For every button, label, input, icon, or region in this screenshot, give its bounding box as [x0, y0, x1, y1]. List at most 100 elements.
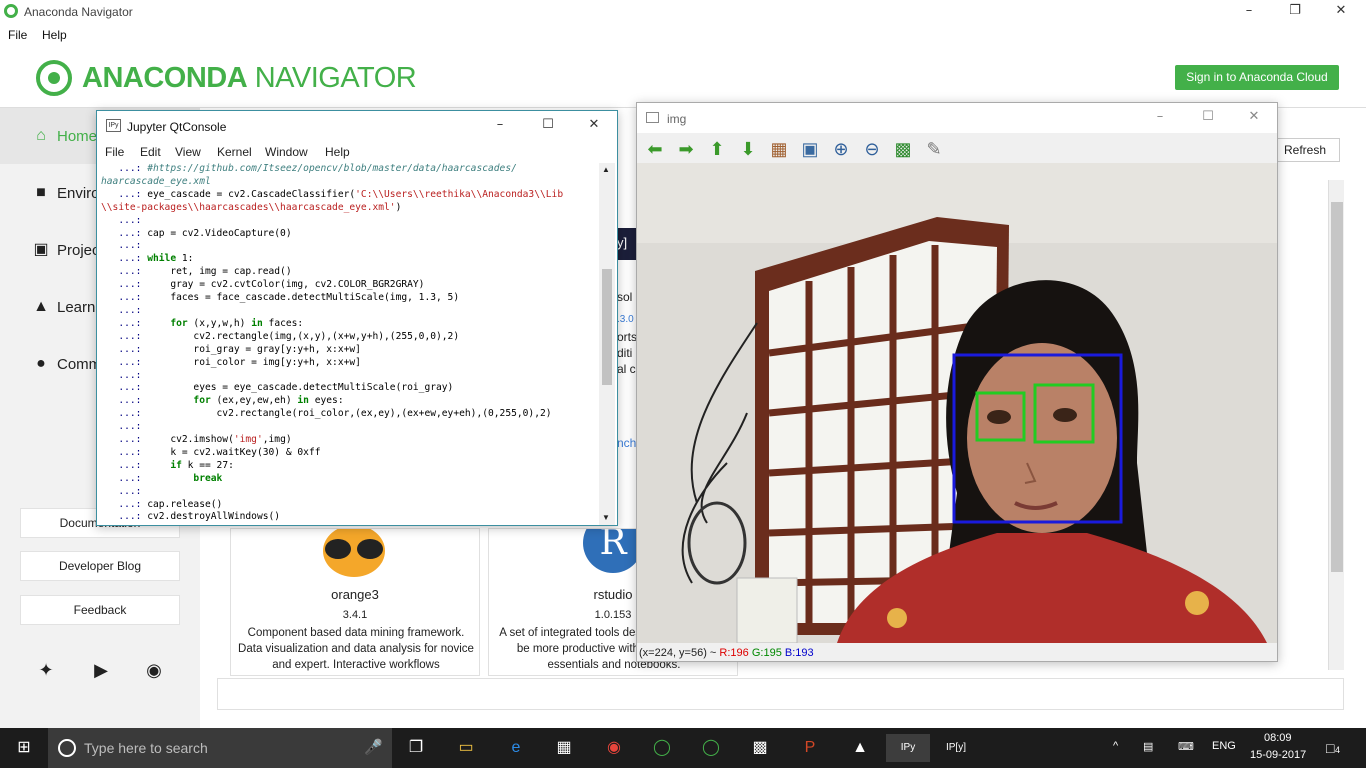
launch-link[interactable]: nch — [617, 436, 636, 450]
scrollbar-thumb[interactable] — [1331, 202, 1343, 572]
qtconsole-taskbar-icon[interactable]: IPy — [886, 734, 930, 762]
rstudio-logo-icon: R — [583, 529, 643, 573]
menu-help[interactable]: Help — [42, 28, 67, 42]
anaconda-taskbar-icon[interactable]: ◯ — [648, 734, 676, 762]
cube-icon: ■ — [36, 184, 46, 201]
qt-menu-file[interactable]: File — [105, 145, 124, 159]
picture-icon[interactable]: ▦ — [767, 137, 791, 161]
status-blue: B:193 — [784, 647, 814, 659]
sidebar-item-label: Home — [57, 128, 98, 145]
qtconsole-title: Jupyter QtConsole — [127, 120, 227, 134]
qt-maximize-button[interactable]: ☐ — [525, 114, 571, 138]
file-explorer-icon[interactable]: ▭ — [452, 734, 480, 762]
qt-minimize-button[interactable]: – — [477, 114, 523, 138]
cmd-icon[interactable]: ▩ — [746, 734, 774, 762]
qt-menu-help[interactable]: Help — [325, 145, 350, 159]
youtube-icon[interactable]: ▶ — [89, 658, 113, 682]
qt-menu-edit[interactable]: Edit — [140, 145, 161, 159]
windows-start-icon[interactable]: ⊞ — [10, 734, 38, 762]
img-window[interactable]: img – ☐ ✕ ⬅ ➡ ⬆ ⬇ ▦ ▣ ⊕ ⊖ ▩ ✎ (x=224, y=… — [636, 102, 1278, 662]
qt-menu-view[interactable]: View — [175, 145, 201, 159]
code-line: ...: for (x,y,w,h) in faces: — [101, 317, 304, 329]
zoom-out-icon[interactable]: ⊖ — [860, 137, 884, 161]
brand-header: ANACONDA NAVIGATOR Sign in to Anaconda C… — [0, 46, 1366, 108]
arrow-left-icon[interactable]: ⬅ — [643, 137, 667, 161]
arrow-up-icon[interactable]: ⬆ — [705, 137, 729, 161]
qtconsole-titlebar[interactable]: IPy Jupyter QtConsole – ☐ ✕ — [97, 111, 617, 141]
qt-scrollbar-thumb[interactable] — [602, 269, 612, 385]
feedback-button[interactable]: Feedback — [20, 595, 180, 625]
menu-file[interactable]: File — [8, 28, 27, 42]
code-line: ...: #https://github.com/Itseez/opencv/b… — [101, 163, 517, 174]
close-button[interactable]: ✕ — [1318, 0, 1364, 24]
img-minimize-button[interactable]: – — [1137, 106, 1183, 130]
qt-menu-window[interactable]: Window — [265, 145, 308, 159]
language-indicator[interactable]: ENG — [1212, 740, 1236, 752]
code-line: ...: roi_color = img[y:y+h, x:x+w] — [101, 356, 361, 368]
network-icon[interactable]: ▤ — [1143, 740, 1153, 753]
zoom-in-icon[interactable]: ⊕ — [829, 137, 853, 161]
status-bar — [217, 678, 1344, 710]
code-line: haarcascade_eye.xml — [101, 175, 211, 187]
clock-time[interactable]: 08:09 — [1264, 732, 1292, 744]
arrow-right-icon[interactable]: ➡ — [674, 137, 698, 161]
peek-text: diti — [617, 346, 633, 360]
photos-icon[interactable]: ▲ — [846, 734, 874, 762]
qt-close-button[interactable]: ✕ — [571, 114, 617, 138]
code-line: ...: gray = cv2.cvtColor(img, cv2.COLOR_… — [101, 279, 425, 291]
zoom-fit-icon[interactable]: ▣ — [798, 137, 822, 161]
img-titlebar[interactable]: img – ☐ ✕ — [637, 103, 1277, 133]
store-icon[interactable]: ▦ — [550, 734, 578, 762]
notification-icon[interactable]: □ — [1326, 740, 1334, 756]
ipython-taskbar-icon[interactable]: IP[y] — [942, 734, 970, 762]
restore-button[interactable]: ❐ — [1272, 0, 1318, 24]
scroll-up-icon[interactable]: ▲ — [602, 165, 610, 174]
code-line: ...: if k == 27: — [101, 459, 234, 471]
brush-icon[interactable]: ✎ — [922, 137, 946, 161]
taskbar-search[interactable]: Type here to search 🎤 — [48, 728, 392, 768]
sign-in-button[interactable]: Sign in to Anaconda Cloud — [1175, 65, 1339, 90]
keyboard-icon[interactable]: ⌨ — [1178, 740, 1194, 753]
twitter-icon[interactable]: ✦ — [34, 658, 58, 682]
peek-text: sol — [617, 290, 633, 304]
img-maximize-button[interactable]: ☐ — [1185, 106, 1231, 130]
card-title: orange3 — [331, 587, 379, 602]
img-close-button[interactable]: ✕ — [1231, 106, 1277, 130]
arrow-down-icon[interactable]: ⬇ — [736, 137, 760, 161]
anaconda-app-icon — [4, 4, 18, 18]
chrome-icon[interactable]: ◉ — [600, 734, 628, 762]
edge-icon[interactable]: e — [502, 734, 530, 762]
microphone-icon[interactable]: 🎤 — [364, 738, 383, 756]
status-red: R:196 — [719, 647, 749, 659]
status-coords: (x=224, y=56) ~ — [639, 647, 717, 659]
webcam-image[interactable] — [637, 163, 1277, 643]
code-line: ...: faces = face_cascade.detectMultiSca… — [101, 292, 460, 304]
peek-text: .3.0 — [617, 314, 634, 325]
show-hidden-icons-icon[interactable]: ^ — [1113, 740, 1118, 752]
code-area[interactable]: ...: #https://github.com/Itseez/opencv/b… — [101, 163, 599, 523]
github-icon[interactable]: ◉ — [142, 658, 166, 682]
window-title: Anaconda Navigator — [24, 5, 133, 19]
content-scrollbar[interactable] — [1328, 180, 1344, 670]
scroll-down-icon[interactable]: ▼ — [602, 513, 610, 522]
code-line: ...: roi_gray = gray[y:y+h, x:x+w] — [101, 343, 361, 355]
save-icon[interactable]: ▩ — [891, 137, 915, 161]
developer-blog-button[interactable]: Developer Blog — [20, 551, 180, 581]
card-version: 3.4.1 — [342, 609, 368, 621]
app-card-orange3[interactable]: orange3 3.4.1 Component based data minin… — [230, 528, 480, 676]
task-view-icon[interactable]: ❐ — [402, 734, 430, 762]
clock-date[interactable]: 15-09-2017 — [1250, 749, 1306, 761]
window-icon — [646, 112, 659, 123]
qtconsole-window[interactable]: IPy Jupyter QtConsole – ☐ ✕ File Edit Vi… — [96, 110, 618, 526]
code-line: ...: k = cv2.waitKey(30) & 0xff — [101, 446, 321, 458]
ipython-icon: IPy — [106, 119, 121, 132]
home-icon: ⌂ — [36, 127, 46, 144]
minimize-button[interactable]: – — [1226, 0, 1272, 24]
qt-scrollbar[interactable]: ▲ ▼ — [599, 163, 615, 525]
search-placeholder: Type here to search — [84, 740, 208, 756]
qt-menu-kernel[interactable]: Kernel — [217, 145, 252, 159]
refresh-button[interactable]: Refresh — [1270, 138, 1340, 162]
anaconda-navigator-taskbar-icon[interactable]: ◯ — [697, 734, 725, 762]
code-line: ...: cv2.rectangle(img,(x,y),(x+w,y+h),(… — [101, 330, 460, 342]
powerpoint-icon[interactable]: P — [796, 734, 824, 762]
